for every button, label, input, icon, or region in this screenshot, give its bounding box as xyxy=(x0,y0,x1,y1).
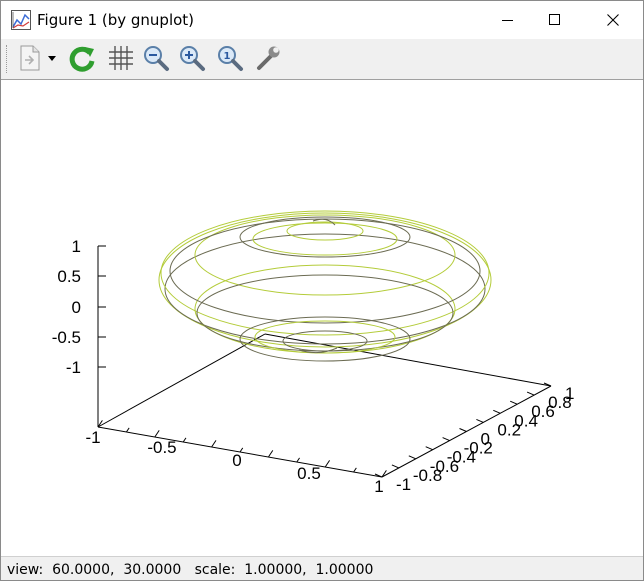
y-axis-tick xyxy=(493,409,501,414)
y-axis-tick xyxy=(510,400,518,405)
y-axis-tick xyxy=(425,446,433,451)
zoom-in-icon xyxy=(180,46,205,71)
y-axis-tick xyxy=(459,428,467,432)
z-tick-label: 1 xyxy=(72,237,81,256)
grid-button[interactable] xyxy=(105,43,135,73)
y-axis-tick xyxy=(391,464,400,469)
view-status-text: view: 60.0000, 30.0000 scale: 1.00000, 1… xyxy=(7,562,374,578)
minimize-button[interactable] xyxy=(485,1,531,39)
x-axis-tick xyxy=(154,430,160,438)
y-axis-tick xyxy=(408,455,416,460)
torus-middle-ring xyxy=(196,274,454,352)
x-axis-tick xyxy=(182,437,187,443)
export-document-icon xyxy=(20,45,40,71)
x-axis-tick xyxy=(125,427,130,433)
export-button[interactable] xyxy=(15,43,45,73)
x-axis-tick xyxy=(267,450,274,458)
z-tick-label: 0.5 xyxy=(57,267,81,286)
grid-icon xyxy=(109,46,133,70)
window-title: Figure 1 (by gnuplot) xyxy=(37,11,195,29)
maximize-button[interactable] xyxy=(532,1,578,39)
torus-plot: 10.50-0.5-1-1-0.500.51 -1 -0.8-0.6-0.4-0.2… xyxy=(52,210,574,496)
svg-text:1: 1 xyxy=(224,51,231,62)
torus-middle-ring xyxy=(169,218,481,324)
torus-inner-ring xyxy=(239,316,411,362)
x-axis-tick xyxy=(296,457,300,463)
torus-outer-ring xyxy=(160,210,490,336)
status-bar: view: 60.0000, 30.0000 scale: 1.00000, 1… xyxy=(1,556,643,580)
zoom-reset-icon: 1 xyxy=(218,46,243,71)
torus-inner-ring xyxy=(286,221,364,241)
y-axis-tick xyxy=(526,391,535,396)
wrench-icon xyxy=(257,46,280,70)
torus-inner-ring xyxy=(254,320,396,354)
options-button[interactable] xyxy=(253,43,283,73)
back-left-edge xyxy=(97,333,266,428)
torus-outer-ring xyxy=(164,233,486,345)
x-tick-label: -1 xyxy=(85,428,100,447)
y-tick-label: 0 xyxy=(481,430,490,449)
x-axis-tick xyxy=(211,440,217,448)
close-icon xyxy=(607,14,619,26)
torus-inner-ring xyxy=(282,330,368,352)
title-bar: Figure 1 (by gnuplot) xyxy=(1,1,643,39)
y-axis-tick xyxy=(442,437,450,442)
zoom-previous-button[interactable] xyxy=(141,43,171,73)
replot-button[interactable] xyxy=(67,43,97,73)
x-axis-tick xyxy=(324,460,331,468)
z-tick-label: -1 xyxy=(66,358,81,377)
gnuplot-window: Figure 1 (by gnuplot) 1 1 0.5 0 -0.5 -1 … xyxy=(0,0,644,581)
y-tick-label: -1 xyxy=(396,475,411,494)
z-tick-label: 0 xyxy=(72,298,81,317)
chevron-down-icon xyxy=(48,56,56,61)
x-tick-label: -0.5 xyxy=(147,438,176,457)
toolbar: 1 xyxy=(1,39,643,80)
plot-canvas[interactable]: 1 0.5 0 -0.5 -1 -1 -0.5 0 0.5 1 -1 -0.8 -0.6 -0.4 -0.2… xyxy=(1,80,643,555)
toolbar-grip xyxy=(6,45,9,73)
maximize-icon xyxy=(549,14,560,25)
y-axis-tick xyxy=(476,418,484,423)
close-button[interactable] xyxy=(590,1,636,39)
x-tick-label: 0.5 xyxy=(297,464,321,483)
refresh-icon xyxy=(69,46,95,72)
x-axis-tick xyxy=(353,467,357,473)
y-tick-label: 1 xyxy=(565,384,574,403)
zoom-out-icon xyxy=(144,46,169,71)
z-tick-label: -0.5 xyxy=(52,328,81,347)
x-tick-label: 1 xyxy=(374,477,383,496)
torus-inner-ring xyxy=(252,222,398,256)
x-tick-label: 0 xyxy=(232,451,241,470)
zoom-next-button[interactable] xyxy=(177,43,207,73)
minimize-icon xyxy=(502,20,513,21)
gnuplot-app-icon xyxy=(11,10,31,30)
export-menu-button[interactable] xyxy=(45,43,59,73)
unzoom-button[interactable]: 1 xyxy=(215,43,245,73)
